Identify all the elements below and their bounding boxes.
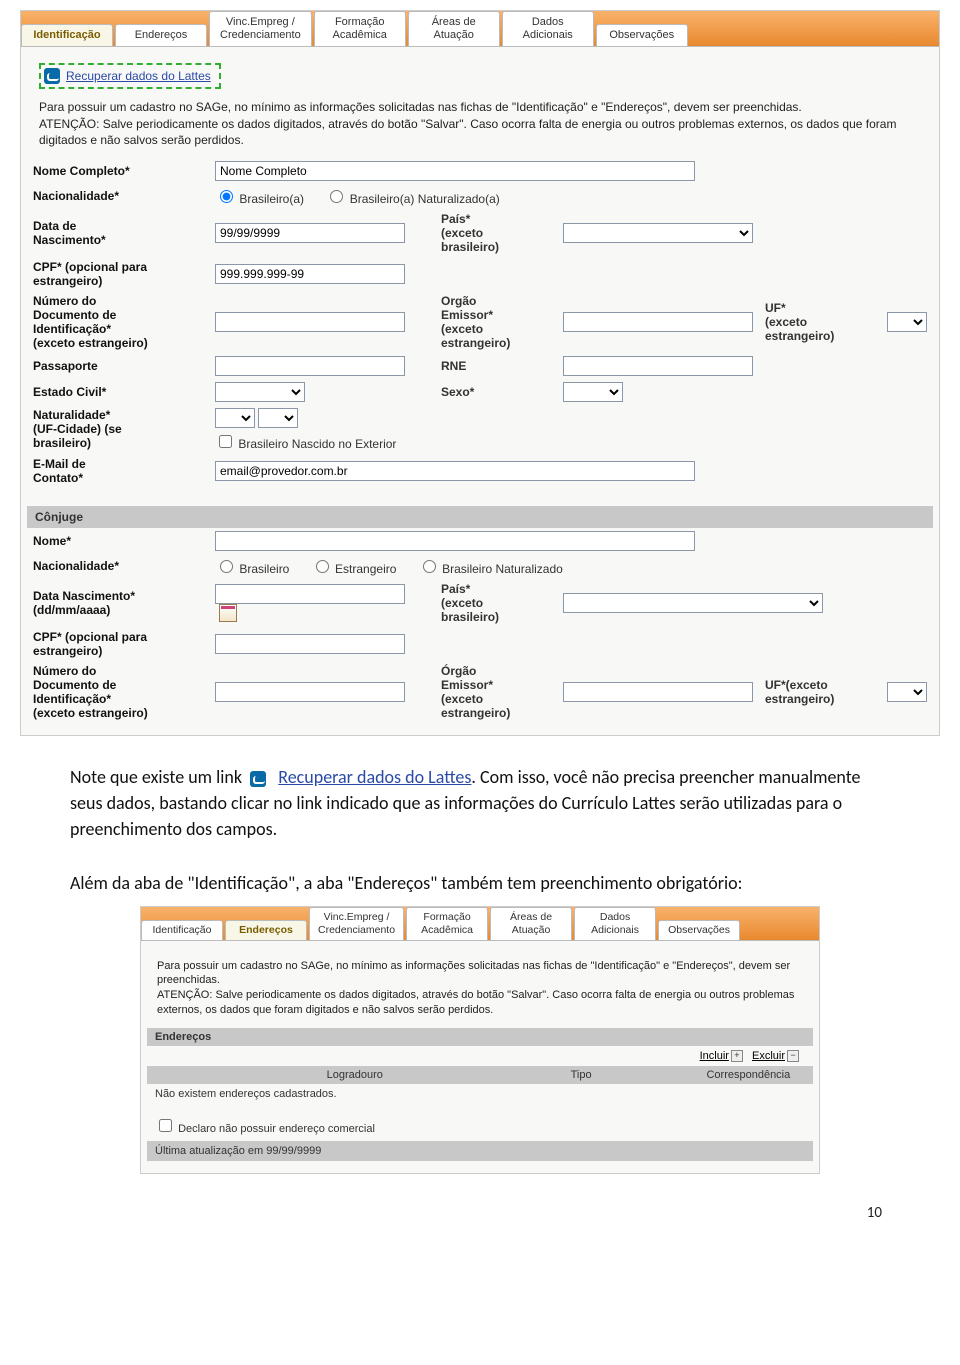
cpf-input[interactable] bbox=[215, 264, 405, 284]
label-data-nascimento: Data de Nascimento* bbox=[27, 209, 209, 257]
label-naturalidade: Naturalidade* (UF-Cidade) (se brasileiro… bbox=[27, 405, 209, 454]
no-addresses-message: Não existem endereços cadastrados. bbox=[147, 1084, 813, 1104]
identification-form: Nome Completo* Nacionalidade* Brasileiro… bbox=[27, 158, 933, 723]
conjuge-documento-input[interactable] bbox=[215, 682, 405, 702]
tab2-identificacao[interactable]: Identificação bbox=[141, 920, 223, 940]
enderecos-header: Endereços bbox=[147, 1028, 813, 1046]
label-conjuge-pais: País* (exceto brasileiro) bbox=[435, 579, 557, 627]
checkbox-declaro[interactable]: Declaro não possuir endereço comercial bbox=[155, 1123, 375, 1135]
label-estado-civil: Estado Civil* bbox=[27, 379, 209, 405]
conjuge-orgao-input[interactable] bbox=[563, 682, 753, 702]
radio-conjuge-brasileiro[interactable]: Brasileiro bbox=[215, 562, 289, 576]
tab2-vinc-empreg[interactable]: Vinc.Empreg / Credenciamento bbox=[309, 907, 404, 939]
body-paragraph-2: Além da aba de "Identificação", a aba "E… bbox=[70, 870, 890, 896]
tab-vinc-empreg[interactable]: Vinc.Empreg / Credenciamento bbox=[209, 11, 312, 46]
label-rne: RNE bbox=[435, 353, 557, 379]
rne-input[interactable] bbox=[563, 356, 753, 376]
conjuge-nome-input[interactable] bbox=[215, 531, 695, 551]
col-tipo: Tipo bbox=[563, 1066, 699, 1084]
label-nacionalidade: Nacionalidade* bbox=[27, 184, 209, 209]
data-nascimento-input[interactable] bbox=[215, 223, 405, 243]
label-conjuge-orgao: Órgão Emissor* (exceto estrangeiro) bbox=[435, 661, 557, 723]
checkbox-nascido-exterior[interactable]: Brasileiro Nascido no Exterior bbox=[215, 432, 396, 451]
addresses-panel: Identificação Endereços Vinc.Empreg / Cr… bbox=[140, 906, 820, 1174]
label-sexo: Sexo* bbox=[435, 379, 557, 405]
identification-panel: Identificação Endereços Vinc.Empreg / Cr… bbox=[20, 10, 940, 736]
nome-completo-input[interactable] bbox=[215, 161, 695, 181]
ultima-atualizacao: Última atualização em 99/99/9999 bbox=[147, 1141, 813, 1161]
label-passaporte: Passaporte bbox=[27, 353, 209, 379]
label-conjuge-nacionalidade: Nacionalidade* bbox=[27, 554, 209, 579]
lattes-icon bbox=[44, 68, 60, 84]
email-input[interactable] bbox=[215, 461, 695, 481]
naturalidade-cidade-select[interactable] bbox=[258, 408, 298, 428]
label-uf: UF* (exceto estrangeiro) bbox=[759, 291, 881, 353]
calendar-icon[interactable] bbox=[219, 604, 237, 622]
tab2-formacao[interactable]: Formação Acadêmica bbox=[406, 907, 488, 939]
col-correspondencia: Correspondência bbox=[698, 1066, 861, 1084]
plus-icon[interactable]: + bbox=[731, 1050, 743, 1062]
label-pais: País* (exceto brasileiro) bbox=[435, 209, 557, 257]
naturalidade-uf-select[interactable] bbox=[215, 408, 255, 428]
tab-dados-adicionais[interactable]: Dados Adicionais bbox=[502, 11, 594, 46]
tab-enderecos[interactable]: Endereços bbox=[115, 24, 207, 46]
tab-observacoes[interactable]: Observações bbox=[596, 24, 688, 46]
label-conjuge-cpf: CPF* (opcional para estrangeiro) bbox=[27, 627, 209, 661]
tab-areas[interactable]: Áreas de Atuação bbox=[408, 11, 500, 46]
page-number: 10 bbox=[0, 1204, 882, 1222]
include-exclude-row: Incluir+ Excluir− bbox=[147, 1046, 813, 1066]
label-documento: Número do Documento de Identificação* (e… bbox=[27, 291, 209, 353]
tabs-row-2: Identificação Endereços Vinc.Empreg / Cr… bbox=[141, 907, 819, 940]
inline-lattes-link: Recuperar dados do Lattes bbox=[278, 766, 471, 788]
conjuge-data-nasc-input[interactable] bbox=[215, 584, 405, 604]
radio-naturalizado[interactable]: Brasileiro(a) Naturalizado(a) bbox=[325, 192, 499, 206]
recuperar-lattes-box[interactable]: Recuperar dados do Lattes bbox=[39, 63, 221, 89]
pais-select[interactable] bbox=[563, 223, 753, 243]
incluir-link[interactable]: Incluir bbox=[700, 1050, 729, 1062]
tab-formacao[interactable]: Formação Acadêmica bbox=[314, 11, 406, 46]
tab2-observacoes[interactable]: Observações bbox=[658, 920, 740, 940]
label-conjuge-nome: Nome* bbox=[27, 528, 209, 554]
label-nome-completo: Nome Completo* bbox=[27, 158, 209, 184]
label-orgao-emissor: Orgão Emissor* (exceto estrangeiro) bbox=[435, 291, 557, 353]
sexo-select[interactable] bbox=[563, 382, 623, 402]
minus-icon[interactable]: − bbox=[787, 1050, 799, 1062]
passaporte-input[interactable] bbox=[215, 356, 405, 376]
lattes-icon bbox=[250, 771, 266, 787]
body-paragraph-1: Note que existe um link Recuperar dados … bbox=[70, 764, 890, 842]
intro-text-2: Para possuir um cadastro no SAGe, no mín… bbox=[147, 949, 813, 1028]
intro-text-1: Para possuir um cadastro no SAGe, no mín… bbox=[27, 95, 933, 158]
tab2-enderecos[interactable]: Endereços bbox=[225, 920, 307, 940]
label-cpf: CPF* (opcional para estrangeiro) bbox=[27, 257, 209, 291]
recuperar-lattes-link[interactable]: Recuperar dados do Lattes bbox=[66, 69, 211, 83]
estado-civil-select[interactable] bbox=[215, 382, 305, 402]
documento-input[interactable] bbox=[215, 312, 405, 332]
addresses-column-headers: Logradouro Tipo Correspondência bbox=[147, 1066, 813, 1084]
conjuge-uf-select[interactable] bbox=[887, 682, 927, 702]
excluir-link[interactable]: Excluir bbox=[752, 1050, 785, 1062]
label-conjuge-uf: UF*(exceto estrangeiro) bbox=[759, 661, 881, 723]
col-logradouro: Logradouro bbox=[147, 1066, 563, 1084]
tabs-row-1: Identificação Endereços Vinc.Empreg / Cr… bbox=[21, 11, 939, 47]
tab-identificacao[interactable]: Identificação bbox=[21, 24, 113, 46]
radio-conjuge-naturalizado[interactable]: Brasileiro Naturalizado bbox=[418, 562, 563, 576]
conjuge-header: Cônjuge bbox=[27, 506, 933, 528]
label-email: E-Mail de Contato* bbox=[27, 454, 209, 488]
radio-conjuge-estrangeiro[interactable]: Estrangeiro bbox=[311, 562, 397, 576]
uf-select[interactable] bbox=[887, 312, 927, 332]
orgao-emissor-input[interactable] bbox=[563, 312, 753, 332]
tab2-areas[interactable]: Áreas de Atuação bbox=[490, 907, 572, 939]
conjuge-cpf-input[interactable] bbox=[215, 634, 405, 654]
label-conjuge-data-nasc: Data Nascimento* (dd/mm/aaaa) bbox=[27, 579, 209, 627]
tab2-dados-adicionais[interactable]: Dados Adicionais bbox=[574, 907, 656, 939]
conjuge-pais-select[interactable] bbox=[563, 593, 823, 613]
label-conjuge-documento: Número do Documento de Identificação* (e… bbox=[27, 661, 209, 723]
radio-brasileiro[interactable]: Brasileiro(a) bbox=[215, 192, 304, 206]
